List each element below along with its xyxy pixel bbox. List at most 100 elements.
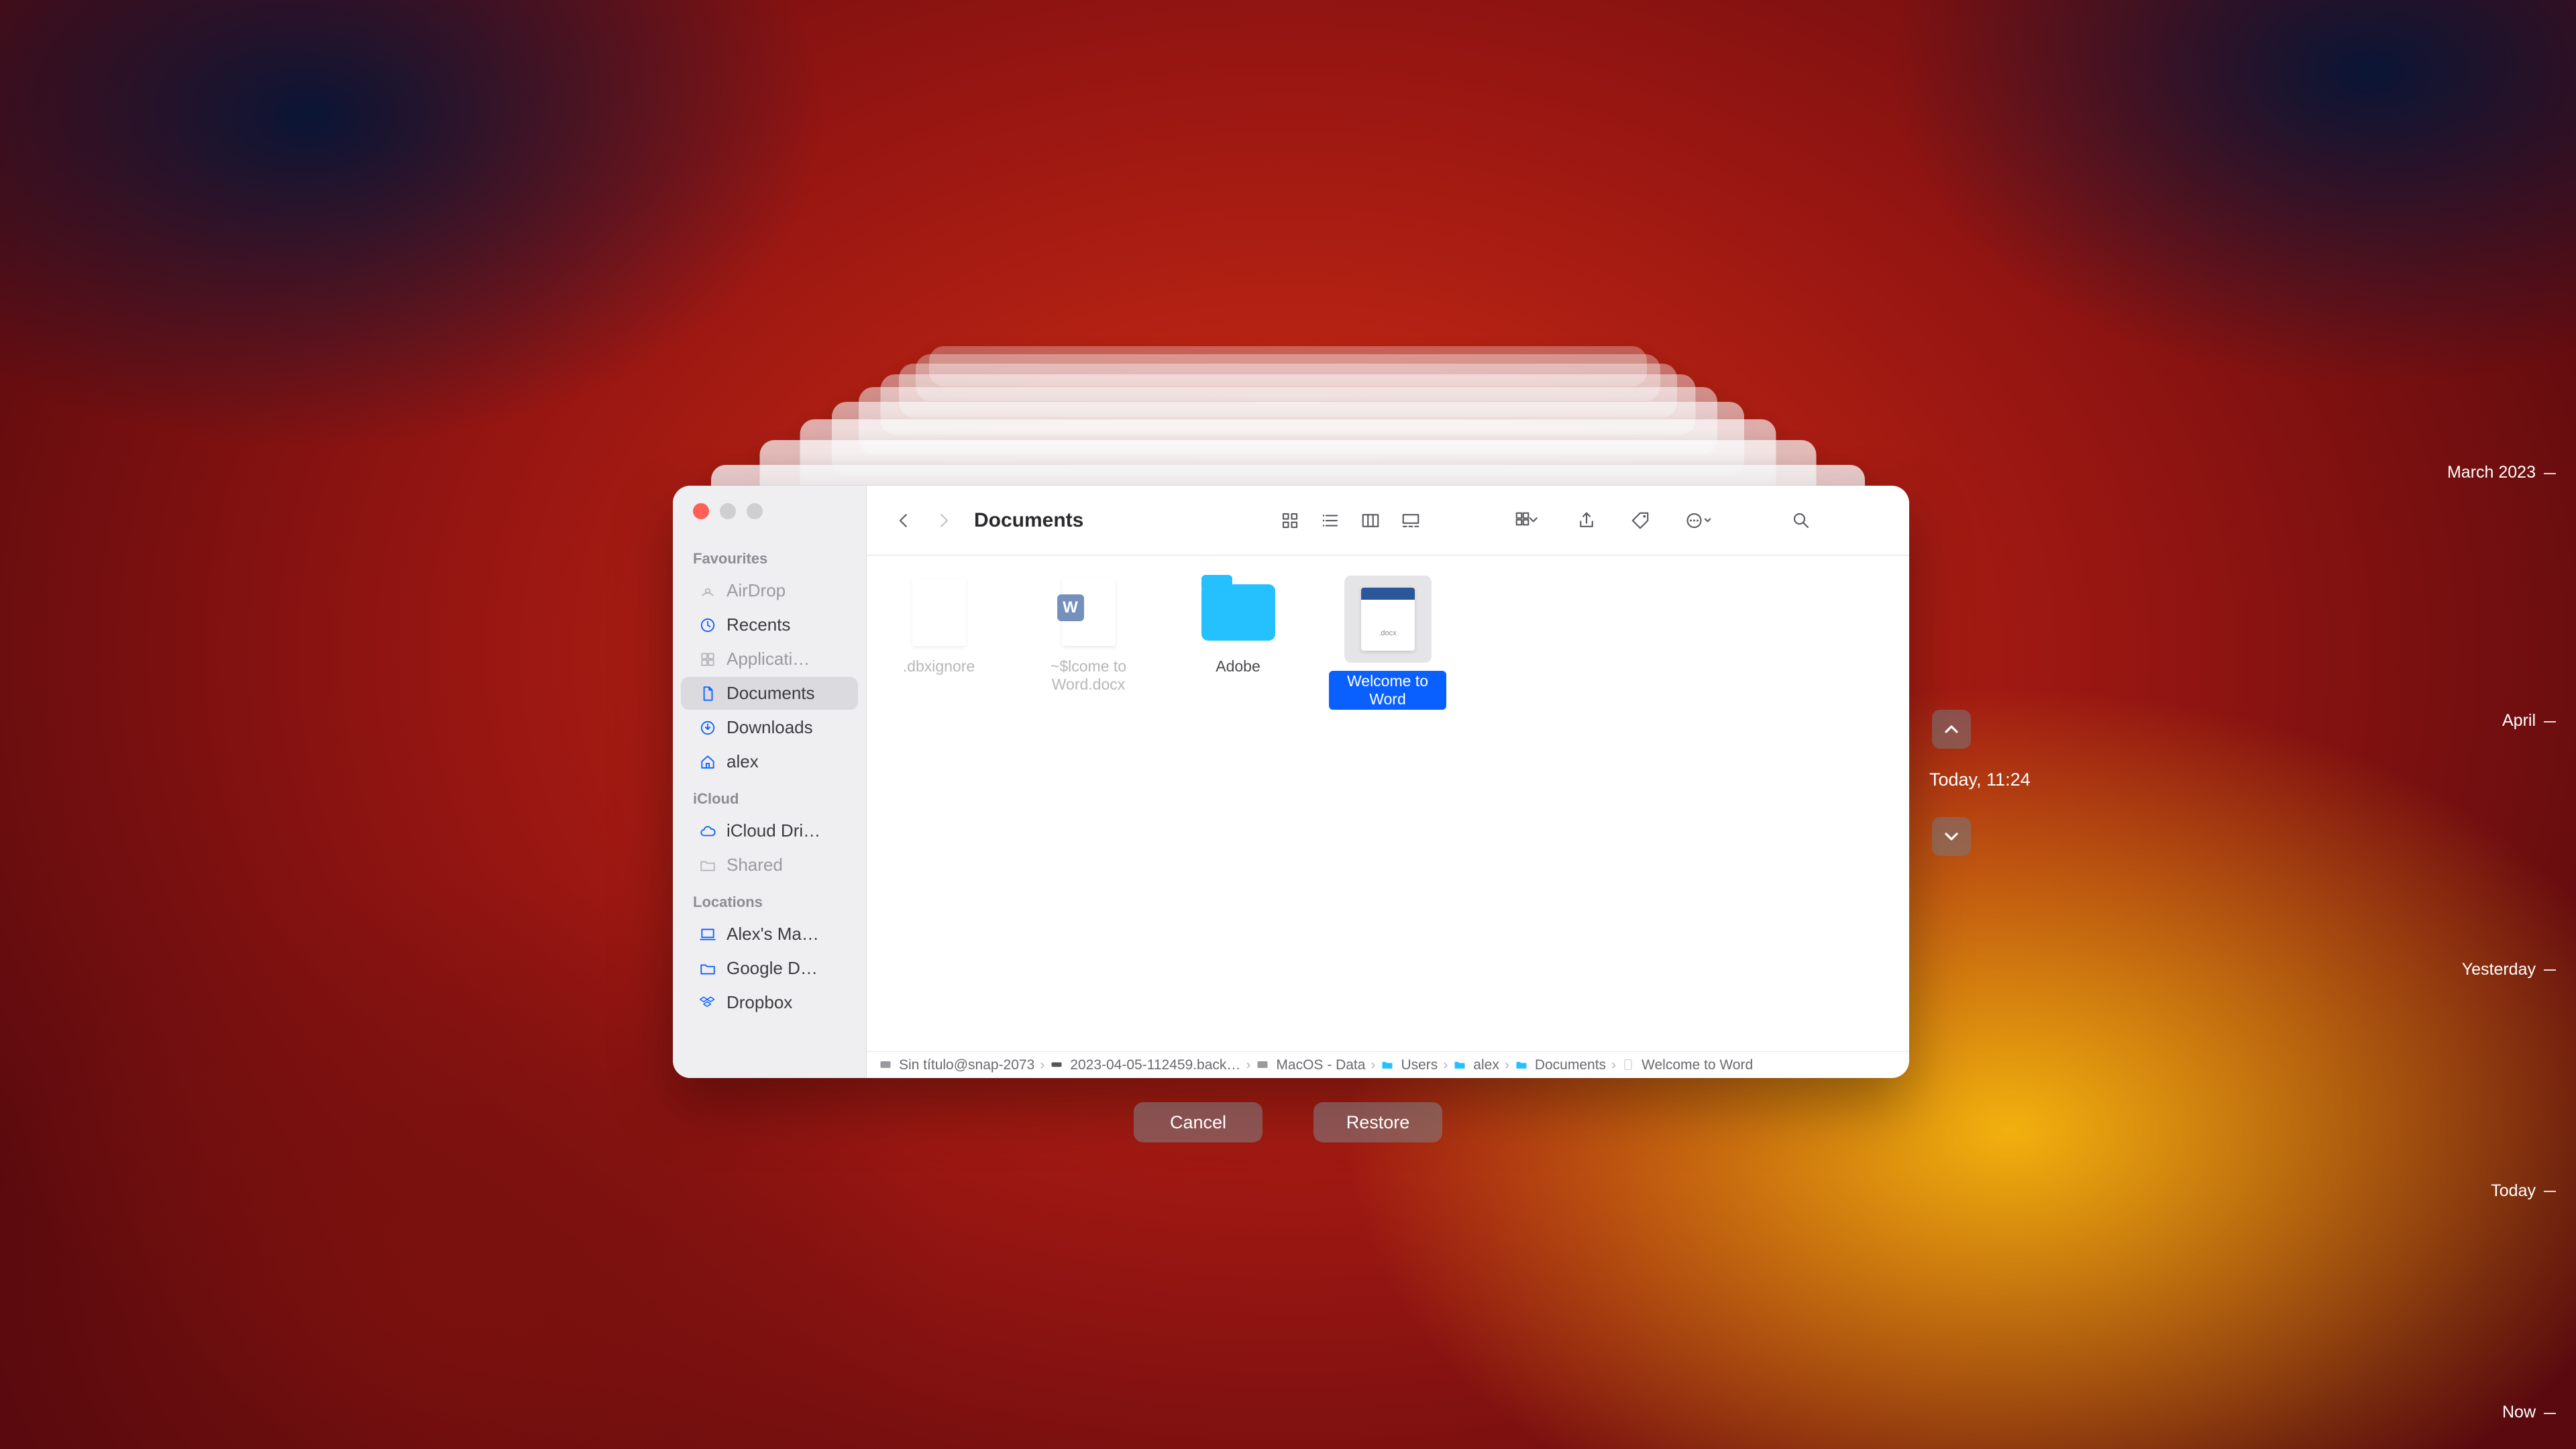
- close-button[interactable]: [693, 503, 709, 519]
- cloud-icon: [698, 822, 717, 841]
- path-segment-label: 2023-04-05-112459.back…: [1070, 1057, 1240, 1073]
- sidebar: Favourites AirDrop Recents Applicati… Docume…: [673, 486, 867, 1078]
- path-segment[interactable]: Users: [1381, 1057, 1438, 1073]
- sidebar-item-label: alex: [727, 751, 759, 772]
- folder-icon: [1381, 1058, 1395, 1073]
- sidebar-item-downloads[interactable]: Downloads: [681, 711, 858, 744]
- sidebar-item-alex[interactable]: alex: [681, 745, 858, 778]
- file-icon: [902, 576, 976, 649]
- sidebar-item-label: Alex's Ma…: [727, 924, 819, 945]
- chevron-right-icon: ›: [1611, 1057, 1616, 1073]
- forward-button[interactable]: [927, 504, 961, 537]
- disk-icon: [1050, 1058, 1065, 1073]
- sidebar-item-applicati-[interactable]: Applicati…: [681, 643, 858, 676]
- sidebar-item-label: Google D…: [727, 958, 818, 979]
- path-segment-label: Documents: [1535, 1057, 1606, 1073]
- path-segment[interactable]: Sin título@snap-2073: [879, 1057, 1034, 1073]
- sidebar-item-recents[interactable]: Recents: [681, 608, 858, 641]
- path-segment[interactable]: 2023-04-05-112459.back…: [1050, 1057, 1240, 1073]
- sidebar-item-label: Downloads: [727, 717, 813, 738]
- timeline-tick[interactable]: Yesterday: [2408, 960, 2556, 979]
- search-button[interactable]: [1782, 504, 1820, 537]
- group-button[interactable]: [1503, 504, 1552, 537]
- sidebar-item-label: AirDrop: [727, 580, 786, 601]
- tag-button[interactable]: [1621, 504, 1659, 537]
- chevron-right-icon: ›: [1443, 1057, 1448, 1073]
- sidebar-group-label: iCloud: [673, 780, 866, 813]
- view-gallery-button[interactable]: [1392, 504, 1430, 537]
- more-button[interactable]: [1675, 504, 1723, 537]
- file-item[interactable]: W~$lcome to Word.docx: [1030, 576, 1147, 694]
- path-segment[interactable]: alex: [1453, 1057, 1499, 1073]
- sidebar-item-shared[interactable]: Shared: [681, 849, 858, 881]
- snapshot-older-button[interactable]: [1932, 710, 1971, 749]
- share-button[interactable]: [1568, 504, 1605, 537]
- timeline[interactable]: March 2023 April Yesterday Today Now: [2408, 463, 2556, 1422]
- path-segment-label: Welcome to Word: [1642, 1057, 1753, 1073]
- sidebar-item-dropbox[interactable]: Dropbox: [681, 986, 858, 1019]
- folder-icon: [1515, 1058, 1529, 1073]
- sidebar-group-label: Favourites: [673, 539, 866, 573]
- clock-icon: [698, 616, 717, 635]
- timeline-tick[interactable]: Now: [2408, 1403, 2556, 1422]
- back-button[interactable]: [887, 504, 920, 537]
- chevron-right-icon: ›: [1371, 1057, 1375, 1073]
- cancel-button[interactable]: Cancel: [1134, 1102, 1263, 1142]
- view-columns-button[interactable]: [1352, 504, 1389, 537]
- timeline-tick[interactable]: Today: [2408, 1181, 2556, 1201]
- toolbar: Documents: [867, 486, 1909, 555]
- sidebar-item-alex-s-ma-[interactable]: Alex's Ma…: [681, 918, 858, 951]
- doc-icon: [1621, 1058, 1636, 1073]
- word-doc-icon: .docx: [1344, 576, 1432, 663]
- folder-icon: [698, 959, 717, 978]
- file-item[interactable]: .docx Welcome to Word: [1329, 576, 1446, 710]
- main-pane: Documents: [867, 486, 1909, 1078]
- file-item[interactable]: Adobe: [1179, 576, 1297, 676]
- file-label: Adobe: [1216, 657, 1260, 676]
- sidebar-item-label: iCloud Dri…: [727, 820, 820, 841]
- zoom-button[interactable]: [747, 503, 763, 519]
- view-list-button[interactable]: [1311, 504, 1349, 537]
- drive-icon: [879, 1058, 894, 1073]
- path-bar: Sin título@snap-2073 › 2023-04-05-112459.b…: [867, 1051, 1909, 1078]
- path-segment-label: Sin título@snap-2073: [899, 1057, 1034, 1073]
- window-controls: [673, 498, 866, 539]
- home-icon: [698, 753, 717, 771]
- path-segment[interactable]: Welcome to Word: [1621, 1057, 1753, 1073]
- path-segment-label: Users: [1401, 1057, 1438, 1073]
- path-segment-label: alex: [1473, 1057, 1499, 1073]
- path-segment[interactable]: MacOS - Data: [1256, 1057, 1365, 1073]
- sidebar-item-label: Shared: [727, 855, 783, 875]
- sidebar-item-label: Applicati…: [727, 649, 810, 669]
- drive-icon: [1256, 1058, 1271, 1073]
- timeline-tick[interactable]: March 2023: [2408, 463, 2556, 482]
- sidebar-item-airdrop[interactable]: AirDrop: [681, 574, 858, 607]
- snapshot-newer-button[interactable]: [1932, 817, 1971, 856]
- chevron-right-icon: ›: [1246, 1057, 1250, 1073]
- sidebar-item-google-d-[interactable]: Google D…: [681, 952, 858, 985]
- path-segment-label: MacOS - Data: [1276, 1057, 1365, 1073]
- timeline-tick[interactable]: April: [2408, 711, 2556, 731]
- airdrop-icon: [698, 582, 717, 600]
- download-icon: [698, 718, 717, 737]
- sidebar-item-label: Recents: [727, 614, 790, 635]
- minimize-button[interactable]: [720, 503, 736, 519]
- view-grid-button[interactable]: [1271, 504, 1309, 537]
- file-item[interactable]: .dbxignore: [880, 576, 998, 676]
- file-grid: .dbxignore W~$lcome to Word.docx Adobe .doc…: [867, 555, 1909, 1051]
- sidebar-item-icloud-dri-[interactable]: iCloud Dri…: [681, 814, 858, 847]
- sidebar-item-label: Documents: [727, 683, 815, 704]
- sidebar-item-label: Dropbox: [727, 992, 792, 1013]
- current-snapshot-label: Today, 11:24: [1929, 769, 2031, 790]
- apps-icon: [698, 650, 717, 669]
- doc-icon: [698, 684, 717, 703]
- chevron-right-icon: ›: [1505, 1057, 1509, 1073]
- file-label: Welcome to Word: [1329, 671, 1446, 710]
- chevron-right-icon: ›: [1040, 1057, 1044, 1073]
- file-label: .dbxignore: [903, 657, 975, 676]
- path-segment[interactable]: Documents: [1515, 1057, 1606, 1073]
- restore-button[interactable]: Restore: [1313, 1102, 1442, 1142]
- finder-window: Favourites AirDrop Recents Applicati… Docume…: [673, 486, 1909, 1078]
- sidebar-item-documents[interactable]: Documents: [681, 677, 858, 710]
- folder-icon: [1453, 1058, 1468, 1073]
